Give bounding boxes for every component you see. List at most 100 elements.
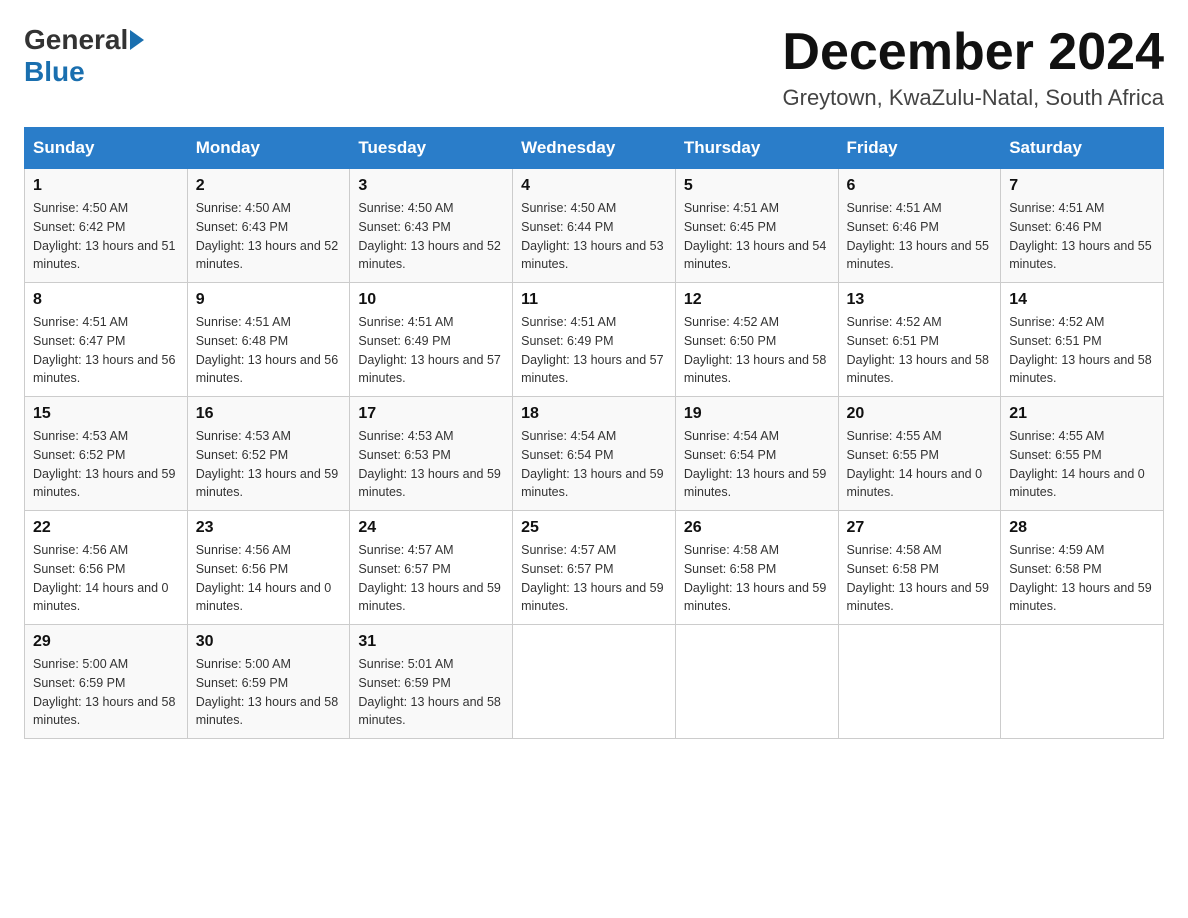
calendar-cell: 21 Sunrise: 4:55 AM Sunset: 6:55 PM Dayl… xyxy=(1001,397,1164,511)
day-number: 16 xyxy=(196,405,342,423)
day-info: Sunrise: 4:58 AM Sunset: 6:58 PM Dayligh… xyxy=(684,541,830,616)
day-info: Sunrise: 4:51 AM Sunset: 6:49 PM Dayligh… xyxy=(358,313,504,388)
calendar-cell xyxy=(1001,625,1164,739)
weekday-header-sunday: Sunday xyxy=(25,128,188,169)
calendar-cell: 15 Sunrise: 4:53 AM Sunset: 6:52 PM Dayl… xyxy=(25,397,188,511)
day-info: Sunrise: 4:57 AM Sunset: 6:57 PM Dayligh… xyxy=(521,541,667,616)
day-number: 28 xyxy=(1009,519,1155,537)
day-info: Sunrise: 4:57 AM Sunset: 6:57 PM Dayligh… xyxy=(358,541,504,616)
calendar-cell: 30 Sunrise: 5:00 AM Sunset: 6:59 PM Dayl… xyxy=(187,625,350,739)
day-number: 29 xyxy=(33,633,179,651)
day-number: 1 xyxy=(33,177,179,195)
calendar-cell: 12 Sunrise: 4:52 AM Sunset: 6:50 PM Dayl… xyxy=(675,283,838,397)
calendar-cell: 27 Sunrise: 4:58 AM Sunset: 6:58 PM Dayl… xyxy=(838,511,1001,625)
weekday-header-monday: Monday xyxy=(187,128,350,169)
week-row-5: 29 Sunrise: 5:00 AM Sunset: 6:59 PM Dayl… xyxy=(25,625,1164,739)
day-number: 2 xyxy=(196,177,342,195)
day-number: 12 xyxy=(684,291,830,309)
calendar-cell: 8 Sunrise: 4:51 AM Sunset: 6:47 PM Dayli… xyxy=(25,283,188,397)
calendar-cell: 20 Sunrise: 4:55 AM Sunset: 6:55 PM Dayl… xyxy=(838,397,1001,511)
day-info: Sunrise: 4:53 AM Sunset: 6:52 PM Dayligh… xyxy=(196,427,342,502)
day-info: Sunrise: 4:51 AM Sunset: 6:47 PM Dayligh… xyxy=(33,313,179,388)
day-info: Sunrise: 4:59 AM Sunset: 6:58 PM Dayligh… xyxy=(1009,541,1155,616)
day-info: Sunrise: 4:54 AM Sunset: 6:54 PM Dayligh… xyxy=(521,427,667,502)
day-info: Sunrise: 4:55 AM Sunset: 6:55 PM Dayligh… xyxy=(847,427,993,502)
day-info: Sunrise: 4:51 AM Sunset: 6:48 PM Dayligh… xyxy=(196,313,342,388)
day-info: Sunrise: 4:54 AM Sunset: 6:54 PM Dayligh… xyxy=(684,427,830,502)
calendar-cell: 1 Sunrise: 4:50 AM Sunset: 6:42 PM Dayli… xyxy=(25,169,188,283)
day-number: 3 xyxy=(358,177,504,195)
day-number: 9 xyxy=(196,291,342,309)
day-number: 4 xyxy=(521,177,667,195)
weekday-header-wednesday: Wednesday xyxy=(513,128,676,169)
week-row-4: 22 Sunrise: 4:56 AM Sunset: 6:56 PM Dayl… xyxy=(25,511,1164,625)
day-number: 6 xyxy=(847,177,993,195)
day-info: Sunrise: 4:50 AM Sunset: 6:44 PM Dayligh… xyxy=(521,199,667,274)
page-header: General Blue December 2024 Greytown, Kwa… xyxy=(24,24,1164,111)
day-number: 15 xyxy=(33,405,179,423)
calendar-cell: 2 Sunrise: 4:50 AM Sunset: 6:43 PM Dayli… xyxy=(187,169,350,283)
day-info: Sunrise: 4:51 AM Sunset: 6:45 PM Dayligh… xyxy=(684,199,830,274)
title-area: December 2024 Greytown, KwaZulu-Natal, S… xyxy=(782,24,1164,111)
calendar-cell: 18 Sunrise: 4:54 AM Sunset: 6:54 PM Dayl… xyxy=(513,397,676,511)
calendar-cell xyxy=(838,625,1001,739)
logo-general-text: General xyxy=(24,24,128,56)
day-info: Sunrise: 4:56 AM Sunset: 6:56 PM Dayligh… xyxy=(33,541,179,616)
calendar-cell: 28 Sunrise: 4:59 AM Sunset: 6:58 PM Dayl… xyxy=(1001,511,1164,625)
day-info: Sunrise: 4:50 AM Sunset: 6:43 PM Dayligh… xyxy=(196,199,342,274)
week-row-2: 8 Sunrise: 4:51 AM Sunset: 6:47 PM Dayli… xyxy=(25,283,1164,397)
logo-arrow-icon xyxy=(130,30,144,50)
day-number: 23 xyxy=(196,519,342,537)
calendar-cell: 16 Sunrise: 4:53 AM Sunset: 6:52 PM Dayl… xyxy=(187,397,350,511)
calendar-cell: 9 Sunrise: 4:51 AM Sunset: 6:48 PM Dayli… xyxy=(187,283,350,397)
month-title: December 2024 xyxy=(782,24,1164,81)
calendar-cell: 25 Sunrise: 4:57 AM Sunset: 6:57 PM Dayl… xyxy=(513,511,676,625)
day-number: 14 xyxy=(1009,291,1155,309)
calendar-cell: 13 Sunrise: 4:52 AM Sunset: 6:51 PM Dayl… xyxy=(838,283,1001,397)
calendar-cell xyxy=(513,625,676,739)
day-number: 31 xyxy=(358,633,504,651)
day-number: 25 xyxy=(521,519,667,537)
day-number: 17 xyxy=(358,405,504,423)
day-number: 27 xyxy=(847,519,993,537)
calendar-body: 1 Sunrise: 4:50 AM Sunset: 6:42 PM Dayli… xyxy=(25,169,1164,739)
calendar-cell: 29 Sunrise: 5:00 AM Sunset: 6:59 PM Dayl… xyxy=(25,625,188,739)
weekday-header-tuesday: Tuesday xyxy=(350,128,513,169)
day-number: 19 xyxy=(684,405,830,423)
calendar-cell: 7 Sunrise: 4:51 AM Sunset: 6:46 PM Dayli… xyxy=(1001,169,1164,283)
day-info: Sunrise: 4:51 AM Sunset: 6:49 PM Dayligh… xyxy=(521,313,667,388)
day-number: 18 xyxy=(521,405,667,423)
day-number: 21 xyxy=(1009,405,1155,423)
weekday-header-friday: Friday xyxy=(838,128,1001,169)
calendar-cell: 19 Sunrise: 4:54 AM Sunset: 6:54 PM Dayl… xyxy=(675,397,838,511)
calendar-cell: 17 Sunrise: 4:53 AM Sunset: 6:53 PM Dayl… xyxy=(350,397,513,511)
logo: General Blue xyxy=(24,24,146,88)
day-info: Sunrise: 4:51 AM Sunset: 6:46 PM Dayligh… xyxy=(1009,199,1155,274)
day-info: Sunrise: 4:50 AM Sunset: 6:43 PM Dayligh… xyxy=(358,199,504,274)
day-number: 5 xyxy=(684,177,830,195)
day-info: Sunrise: 5:00 AM Sunset: 6:59 PM Dayligh… xyxy=(196,655,342,730)
calendar-table: SundayMondayTuesdayWednesdayThursdayFrid… xyxy=(24,127,1164,739)
calendar-cell: 6 Sunrise: 4:51 AM Sunset: 6:46 PM Dayli… xyxy=(838,169,1001,283)
day-number: 26 xyxy=(684,519,830,537)
day-number: 20 xyxy=(847,405,993,423)
day-info: Sunrise: 4:52 AM Sunset: 6:50 PM Dayligh… xyxy=(684,313,830,388)
weekday-row: SundayMondayTuesdayWednesdayThursdayFrid… xyxy=(25,128,1164,169)
weekday-header-thursday: Thursday xyxy=(675,128,838,169)
day-info: Sunrise: 4:52 AM Sunset: 6:51 PM Dayligh… xyxy=(1009,313,1155,388)
calendar-cell: 5 Sunrise: 4:51 AM Sunset: 6:45 PM Dayli… xyxy=(675,169,838,283)
calendar-cell: 24 Sunrise: 4:57 AM Sunset: 6:57 PM Dayl… xyxy=(350,511,513,625)
day-number: 30 xyxy=(196,633,342,651)
calendar-cell xyxy=(675,625,838,739)
logo-blue-text: Blue xyxy=(24,56,85,88)
calendar-cell: 10 Sunrise: 4:51 AM Sunset: 6:49 PM Dayl… xyxy=(350,283,513,397)
day-number: 8 xyxy=(33,291,179,309)
day-info: Sunrise: 4:58 AM Sunset: 6:58 PM Dayligh… xyxy=(847,541,993,616)
day-info: Sunrise: 4:53 AM Sunset: 6:52 PM Dayligh… xyxy=(33,427,179,502)
day-info: Sunrise: 5:00 AM Sunset: 6:59 PM Dayligh… xyxy=(33,655,179,730)
day-number: 7 xyxy=(1009,177,1155,195)
day-info: Sunrise: 4:50 AM Sunset: 6:42 PM Dayligh… xyxy=(33,199,179,274)
day-info: Sunrise: 4:56 AM Sunset: 6:56 PM Dayligh… xyxy=(196,541,342,616)
calendar-cell: 26 Sunrise: 4:58 AM Sunset: 6:58 PM Dayl… xyxy=(675,511,838,625)
day-info: Sunrise: 5:01 AM Sunset: 6:59 PM Dayligh… xyxy=(358,655,504,730)
